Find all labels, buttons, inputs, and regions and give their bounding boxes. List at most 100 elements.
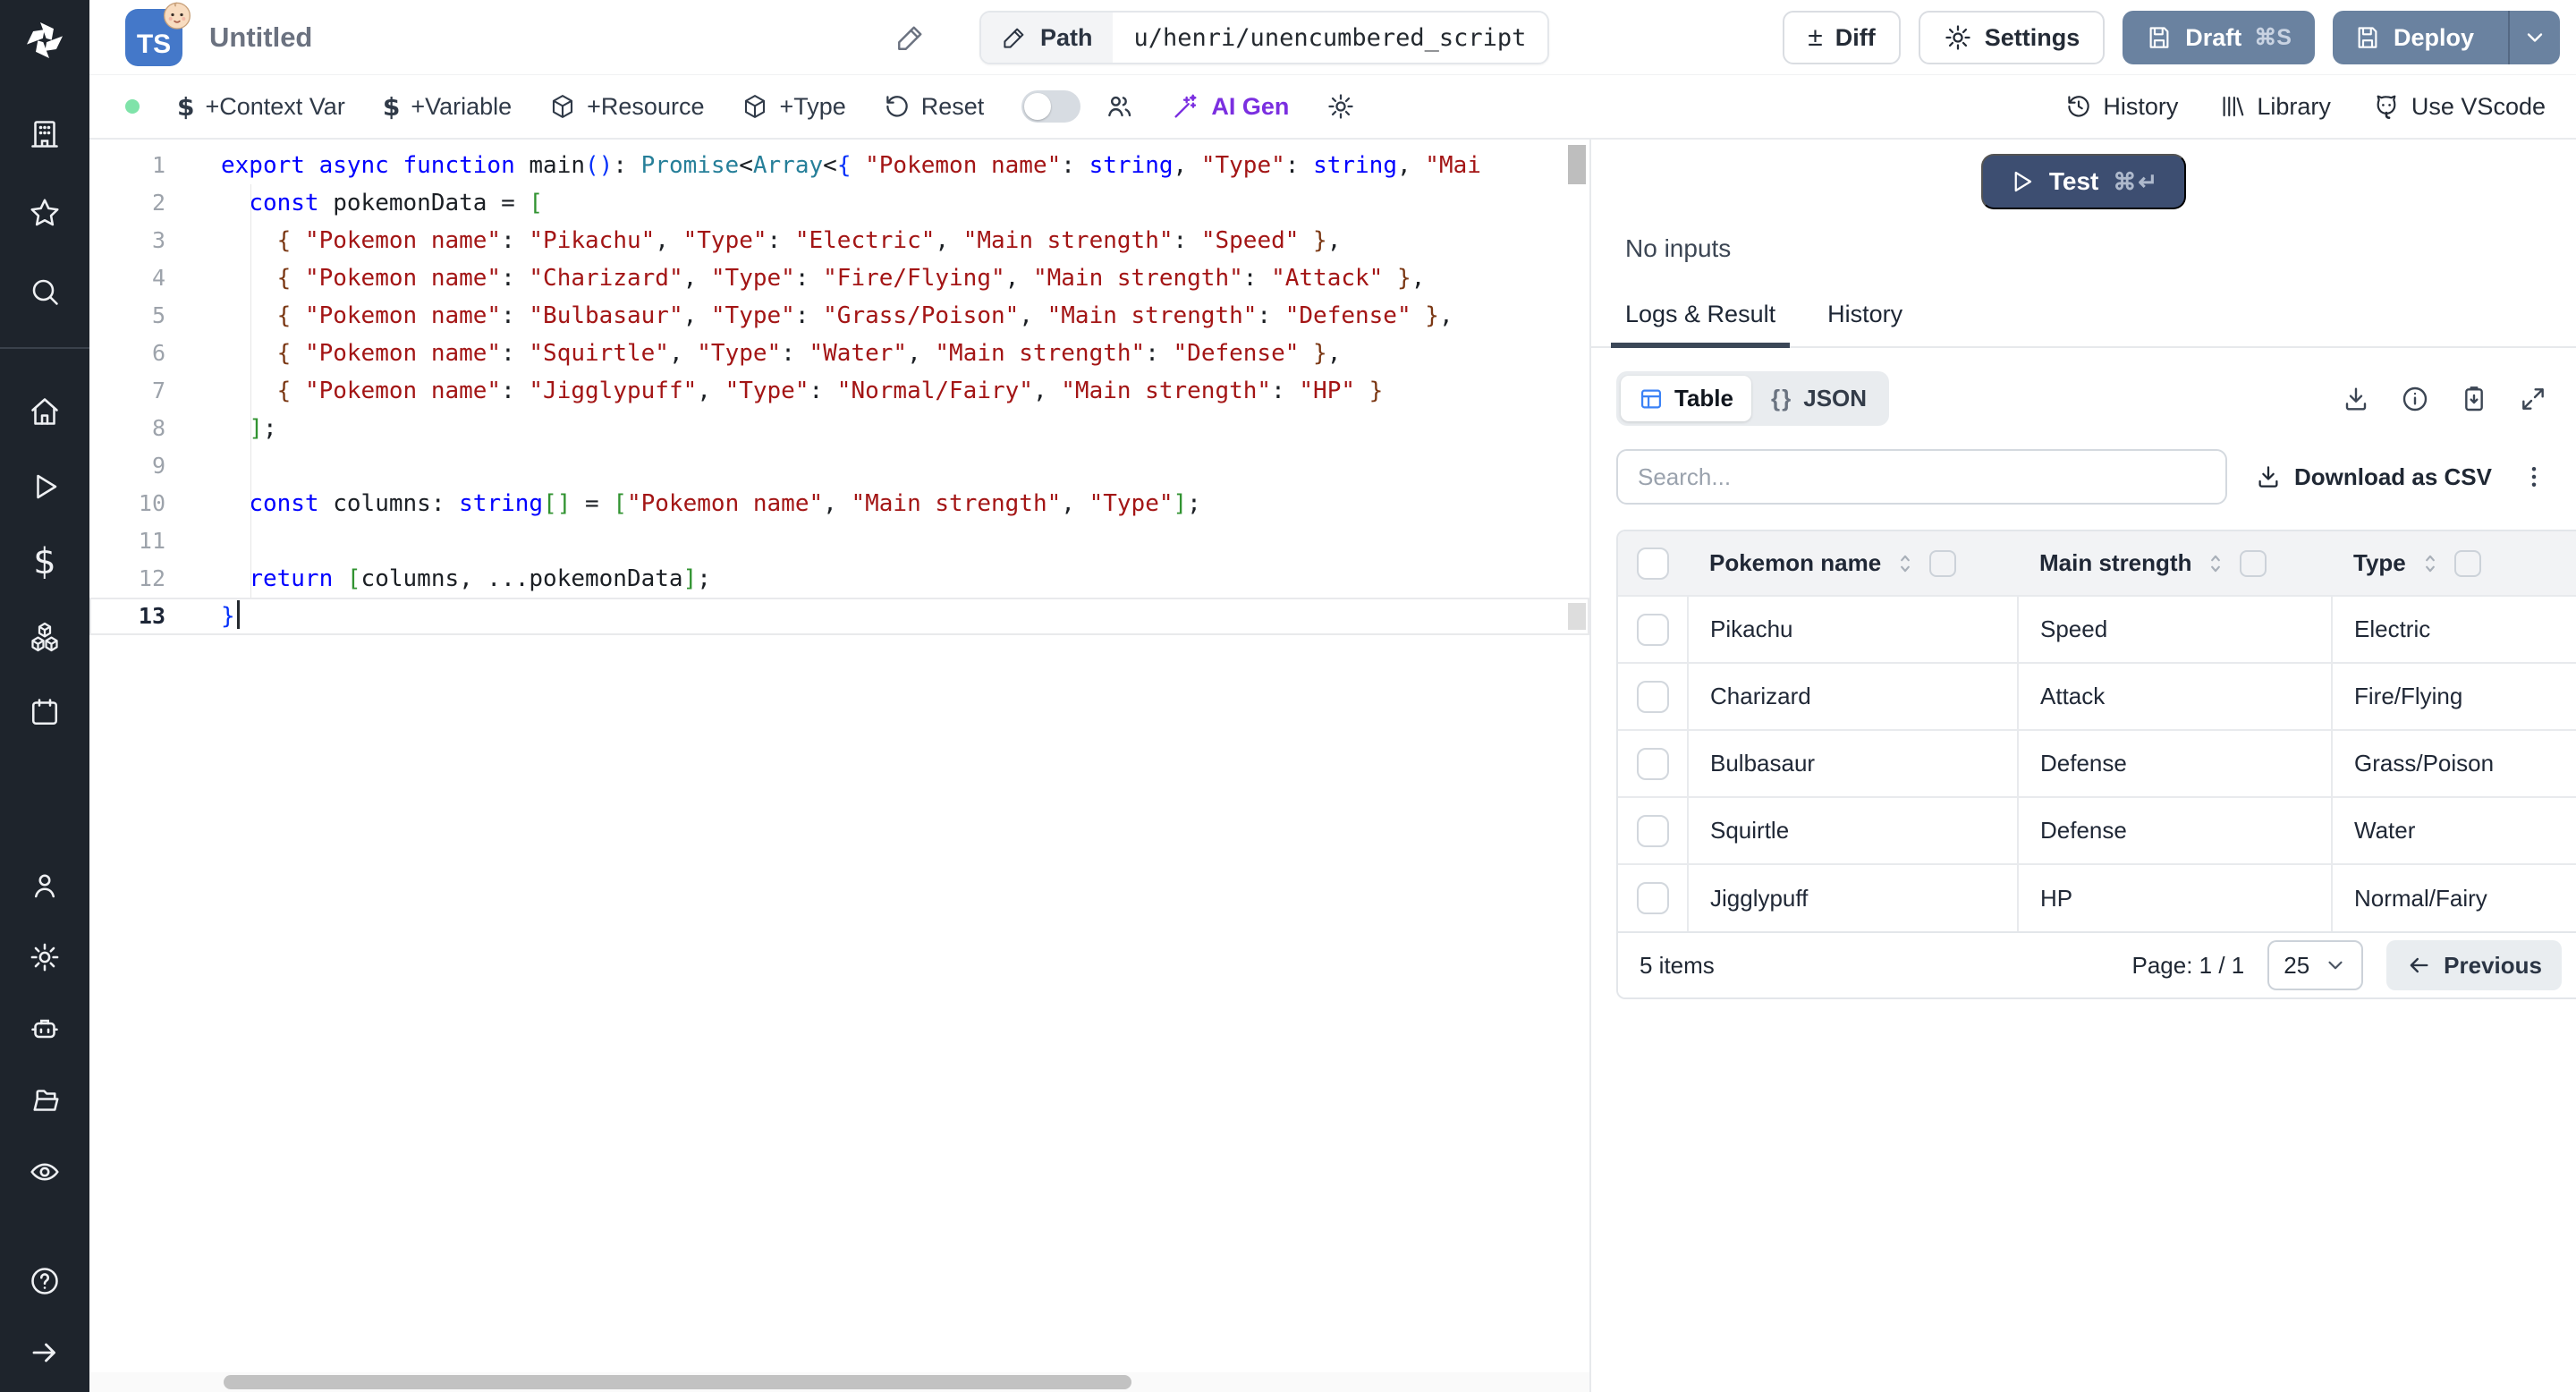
row-checkbox[interactable] — [1636, 613, 1669, 646]
test-button[interactable]: Test ⌘↵ — [1980, 154, 2187, 209]
deploy-dropdown-chevron[interactable] — [2508, 11, 2560, 64]
multiplayer-toggle[interactable] — [1021, 90, 1081, 123]
add-context-var-button[interactable]: $ +Context Var — [177, 92, 345, 122]
tab-logs-result[interactable]: Logs & Result — [1610, 301, 1791, 348]
table-row[interactable]: Bulbasaur Defense Grass/Poison — [1618, 730, 2576, 797]
table-row[interactable]: Jigglypuff HP Normal/Fairy — [1618, 864, 2576, 931]
code-line[interactable]: 7 { "Pokemon name": "Jigglypuff", "Type"… — [89, 372, 1589, 410]
content-split: 1 export async function main(): Promise<A… — [89, 140, 2576, 1392]
deploy-button[interactable]: Deploy — [2332, 11, 2560, 64]
row-checkbox[interactable] — [1636, 814, 1669, 847]
code-line[interactable]: 8 ]; — [89, 410, 1589, 447]
result-table-card: Pokemon name Main strength Type Pikachu … — [1616, 530, 2576, 999]
column-toggle[interactable] — [1929, 549, 1957, 577]
folders-icon[interactable] — [29, 1084, 61, 1116]
select-all-checkbox[interactable] — [1637, 547, 1669, 580]
edit-summary-pencil-icon[interactable] — [894, 21, 927, 54]
settings-gear-icon[interactable] — [29, 941, 61, 973]
code-line[interactable]: 9 — [89, 447, 1589, 485]
row-checkbox[interactable] — [1636, 882, 1669, 914]
reset-button[interactable]: Reset — [884, 93, 984, 121]
workers-robot-icon[interactable] — [29, 1013, 61, 1045]
page-size-select[interactable]: 25 — [2267, 940, 2364, 990]
editor-horizontal-scrollbar[interactable] — [89, 1372, 1589, 1392]
expand-fullscreen-icon[interactable] — [2519, 385, 2547, 413]
ai-gen-button[interactable]: AI Gen — [1172, 92, 1289, 121]
previous-page-button[interactable]: Previous — [2386, 940, 2562, 990]
audit-eye-icon[interactable] — [29, 1156, 61, 1188]
library-button[interactable]: Library — [2219, 93, 2331, 121]
line-number: 2 — [151, 190, 165, 216]
table-row[interactable]: Pikachu Speed Electric — [1618, 596, 2576, 663]
code-line[interactable]: 11 — [89, 522, 1589, 560]
search-icon[interactable] — [29, 276, 61, 308]
users-icon[interactable] — [29, 870, 61, 902]
code-line[interactable]: 5 { "Pokemon name": "Bulbasaur", "Type":… — [89, 297, 1589, 335]
diff-button[interactable]: ± Diff — [1783, 11, 1901, 64]
copy-clipboard-icon[interactable] — [2460, 385, 2488, 413]
table-row[interactable]: Squirtle Defense Water — [1618, 797, 2576, 864]
download-csv-button[interactable]: Download as CSV — [2255, 463, 2492, 491]
view-json-button[interactable]: {} JSON — [1753, 376, 1885, 421]
code-line[interactable]: 13} — [89, 598, 1589, 635]
favorites-star-icon[interactable] — [29, 197, 61, 229]
resources-cubes-icon[interactable] — [29, 621, 61, 653]
column-header-pokemon-name[interactable]: Pokemon name — [1688, 531, 2018, 596]
path-pencil-icon — [1004, 28, 1024, 48]
sort-icon[interactable] — [1894, 552, 1917, 575]
use-vscode-button[interactable]: Use VScode — [2372, 92, 2546, 121]
windmill-logo-icon[interactable] — [22, 18, 67, 63]
home-icon[interactable] — [29, 395, 61, 428]
column-header-type[interactable]: Type — [2332, 531, 2576, 596]
sort-icon[interactable] — [2419, 552, 2442, 575]
add-variable-button[interactable]: $ +Variable — [383, 92, 512, 122]
table-row[interactable]: Charizard Attack Fire/Flying — [1618, 663, 2576, 730]
code-line[interactable]: 3 { "Pokemon name": "Pikachu", "Type": "… — [89, 222, 1589, 259]
download-result-icon[interactable] — [2342, 385, 2370, 413]
code-text: export async function main(): Promise<Ar… — [221, 152, 1481, 179]
code-line[interactable]: 4 { "Pokemon name": "Charizard", "Type":… — [89, 259, 1589, 297]
settings-button[interactable]: Settings — [1918, 11, 2106, 64]
code-line[interactable]: 12 return [columns, ...pokemonData]; — [89, 560, 1589, 598]
row-checkbox[interactable] — [1636, 747, 1669, 780]
draft-button[interactable]: Draft ⌘S — [2123, 11, 2315, 64]
add-type-button[interactable]: +Type — [741, 92, 846, 121]
view-table-button[interactable]: Table — [1621, 376, 1751, 421]
magic-wand-icon — [1174, 94, 1197, 118]
code-text: { "Pokemon name": "Squirtle", "Type": "W… — [276, 340, 1342, 367]
runs-play-icon[interactable] — [29, 471, 61, 503]
code-lines: 1 export async function main(): Promise<A… — [89, 140, 1589, 635]
add-resource-button[interactable]: +Resource — [549, 93, 704, 121]
code-line[interactable]: 1 export async function main(): Promise<A… — [89, 147, 1589, 184]
code-line[interactable]: 2 const pokemonData = [ — [89, 184, 1589, 222]
line-number: 13 — [138, 603, 165, 629]
workspace-icon[interactable] — [29, 118, 61, 150]
test-row: Test ⌘↵ — [1591, 140, 2576, 234]
help-icon[interactable] — [29, 1265, 61, 1297]
code-line[interactable]: 6 { "Pokemon name": "Squirtle", "Type": … — [89, 335, 1589, 372]
path-value[interactable]: u/henri/unencumbered_script — [1113, 13, 1548, 63]
editor-horizontal-scrollbar-thumb[interactable] — [224, 1375, 1131, 1389]
row-checkbox[interactable] — [1636, 680, 1669, 713]
code-text: { "Pokemon name": "Bulbasaur", "Type": "… — [276, 302, 1453, 329]
vscode-cat-icon — [2377, 95, 2396, 119]
column-header-main-strength[interactable]: Main strength — [2018, 531, 2332, 596]
code-editor[interactable]: 1 export async function main(): Promise<A… — [89, 140, 1589, 1392]
add-type-label: +Type — [779, 92, 846, 120]
path-field[interactable]: Path u/henri/unencumbered_script — [979, 11, 1550, 64]
tab-history[interactable]: History — [1827, 301, 1902, 346]
expand-sidebar-arrow-icon[interactable] — [29, 1337, 61, 1369]
sort-icon[interactable] — [2204, 552, 2227, 575]
schedules-calendar-icon[interactable] — [29, 696, 61, 728]
search-input[interactable] — [1616, 449, 2227, 505]
info-icon[interactable] — [2401, 385, 2429, 413]
editor-vertical-scrollbar-thumb[interactable] — [1568, 145, 1586, 184]
kebab-menu-icon[interactable] — [2521, 463, 2547, 490]
editor-settings-gear-icon[interactable] — [1326, 92, 1355, 121]
page-title: Untitled — [209, 21, 313, 53]
column-toggle[interactable] — [2240, 549, 2267, 577]
code-line[interactable]: 10 const columns: string[] = ["Pokemon n… — [89, 485, 1589, 522]
history-button[interactable]: History — [2065, 93, 2178, 121]
column-toggle[interactable] — [2453, 549, 2481, 577]
variables-dollar-icon[interactable]: $ — [33, 544, 55, 580]
